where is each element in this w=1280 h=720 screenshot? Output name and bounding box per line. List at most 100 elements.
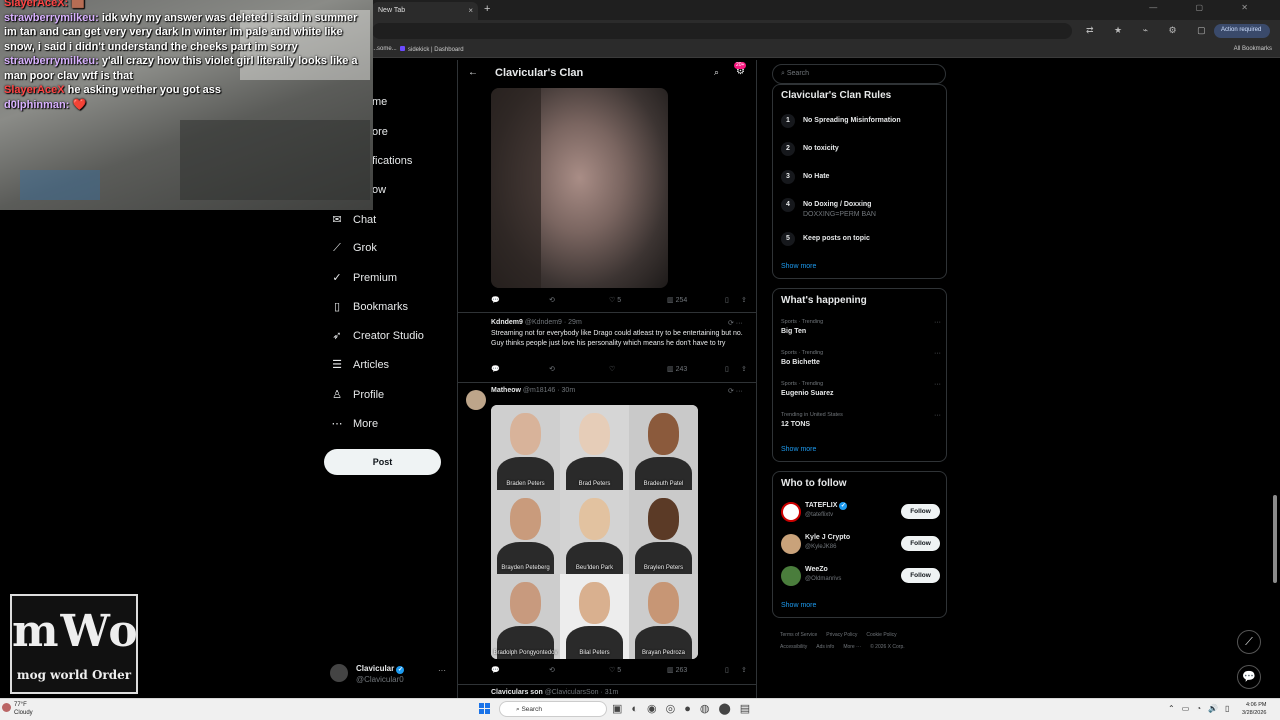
footer-link[interactable]: Privacy Policy: [826, 632, 857, 638]
clock[interactable]: 4:06 PM 3/28/2026: [1242, 701, 1266, 717]
all-bookmarks[interactable]: All Bookmarks: [1234, 46, 1272, 52]
more-icon[interactable]: ···: [934, 350, 941, 357]
repost-icon[interactable]: ⟲: [549, 296, 555, 304]
reply-icon[interactable]: 💬: [491, 365, 500, 373]
nav-item-grok[interactable]: ⟋ Grok: [330, 242, 377, 262]
post[interactable]: Claviculars son @ClavicularsSon · 31m: [458, 684, 756, 698]
post[interactable]: Matheow @m18146 · 30m ⟳ ··· Braden Peter…: [458, 384, 756, 684]
share-icon[interactable]: ⇪: [741, 365, 747, 373]
views-button[interactable]: ▥ 254: [667, 296, 687, 304]
show-more-link[interactable]: Show more: [781, 602, 816, 609]
bookmark-icon[interactable]: ▯: [725, 365, 729, 373]
nav-item-notifications-partial[interactable]: fications: [372, 155, 412, 175]
back-arrow-icon[interactable]: ←: [468, 67, 478, 78]
like-button[interactable]: ♡ 5: [609, 296, 621, 304]
share-icon[interactable]: ⇪: [741, 296, 747, 304]
action-required-button[interactable]: Action required: [1214, 24, 1270, 38]
more-icon[interactable]: ···: [934, 319, 941, 326]
follow-suggestion[interactable]: Kyle J Crypto @KyleJK86 Follow: [781, 533, 941, 557]
trend-item[interactable]: Sports · Trending Eugenio Suarez ···: [781, 381, 941, 397]
more-icon[interactable]: ···: [934, 381, 941, 388]
nav-item-follow-partial[interactable]: ow: [372, 184, 386, 204]
nav-item-chat[interactable]: ✉ Chat: [330, 213, 376, 233]
nav-item-profile[interactable]: ♙ Profile: [330, 388, 384, 408]
trend-context: Sports · Trending: [781, 350, 824, 356]
post-more-icon[interactable]: ⟳ ···: [728, 387, 743, 395]
nav-item-bookmarks[interactable]: ▯ Bookmarks: [330, 300, 408, 320]
footer-link[interactable]: Terms of Service: [780, 632, 817, 638]
reply-icon[interactable]: 💬: [491, 666, 500, 674]
weather-widget[interactable]: 77°F Cloudy: [2, 701, 33, 717]
post-image-grid[interactable]: Braden Peters Brad Peters Bradeuth Patel Br…: [491, 405, 698, 659]
address-field[interactable]: [372, 23, 1072, 39]
new-tab-button[interactable]: +: [484, 3, 490, 15]
nav-item-articles[interactable]: ☰ Articles: [330, 358, 389, 378]
browser-tab[interactable]: New Tab ×: [372, 2, 478, 20]
mugshot-image[interactable]: Bradeuth Patel: [629, 405, 698, 497]
follow-button[interactable]: Follow: [901, 536, 940, 551]
taskbar-search[interactable]: ⌕ Search: [499, 701, 607, 717]
repost-icon[interactable]: ⟲: [549, 365, 555, 373]
post[interactable]: Kdndem9 @Kdndem9 · 29m ⟳ ··· Streaming n…: [458, 316, 756, 384]
system-tray[interactable]: ⌃▭◔🔊▯: [1168, 704, 1236, 713]
bookmark-icon[interactable]: ▯: [725, 296, 729, 304]
bookmark-item-sidekick[interactable]: sidekick | Dashboard: [400, 46, 464, 53]
mugshot-image[interactable]: Braden Peters: [491, 405, 560, 497]
footer-link[interactable]: More ···: [843, 644, 861, 650]
footer-link[interactable]: Cookie Policy: [866, 632, 896, 638]
repost-icon[interactable]: ⟲: [549, 666, 555, 674]
search-input[interactable]: ⌕ Search: [772, 64, 946, 84]
pinned-apps[interactable]: ▣◐◉◎●◍⬤▤: [612, 702, 759, 715]
mugshot-image[interactable]: Braylen Peters: [629, 489, 698, 582]
messages-float-icon[interactable]: 💬: [1237, 665, 1261, 689]
mugshot-image[interactable]: Beu'lden Park: [560, 489, 629, 582]
grok-float-icon[interactable]: ⟋: [1237, 630, 1261, 654]
post-button[interactable]: Post: [324, 449, 441, 475]
bookmark-item[interactable]: ...some...: [372, 46, 397, 52]
bookmark-icon[interactable]: ▯: [725, 666, 729, 674]
mugshot-image[interactable]: Brayan Pedroza: [629, 574, 698, 659]
follow-suggestion[interactable]: WeeZo @Oldmanrivs Follow: [781, 565, 941, 589]
mugshot-image[interactable]: Bilal Peters: [560, 574, 629, 659]
views-button[interactable]: ▥ 263: [667, 666, 687, 674]
account-switcher[interactable]: Clavicular ✓ @Clavicular0 ···: [330, 662, 450, 686]
like-icon[interactable]: ♡: [609, 365, 615, 373]
follow-button[interactable]: Follow: [901, 504, 940, 519]
windows-start-icon[interactable]: [479, 703, 491, 715]
show-more-link[interactable]: Show more: [781, 263, 816, 270]
trend-item[interactable]: Trending in United States 12 TONS ···: [781, 412, 941, 428]
footer-link[interactable]: Ads info: [816, 644, 834, 650]
post-more-icon[interactable]: ⟳ ···: [728, 319, 743, 327]
post-video-thumbnail[interactable]: [491, 88, 668, 288]
views-button[interactable]: ▥ 243: [667, 365, 687, 373]
webcam-overlay: SlayerAceX: 🟫 strawberrymilkeu: idk why m…: [0, 0, 373, 210]
trend-item[interactable]: Sports · Trending Big Ten ···: [781, 319, 941, 335]
follow-button[interactable]: Follow: [901, 568, 940, 583]
footer-link[interactable]: Accessibility: [780, 644, 807, 650]
mugshot-caption: Beu'lden Park: [575, 565, 614, 572]
trend-name: Bo Bichette: [781, 359, 820, 366]
like-button[interactable]: ♡ 5: [609, 666, 621, 674]
scrollbar[interactable]: [1272, 60, 1278, 698]
follow-suggestion[interactable]: TATEFLIX ✓ @tateflixtv Follow: [781, 501, 941, 525]
scrollbar-thumb[interactable]: [1273, 495, 1277, 583]
window-controls[interactable]: — ▢ ✕: [1149, 3, 1266, 12]
share-icon[interactable]: ⇪: [741, 666, 747, 674]
nav-item-home-partial[interactable]: me: [372, 96, 387, 116]
mugshot-image[interactable]: Brad Peters: [560, 405, 629, 497]
account-more-icon[interactable]: ···: [438, 666, 446, 675]
nav-item-explore-partial[interactable]: ore: [372, 126, 388, 146]
reply-icon[interactable]: 💬: [491, 296, 500, 304]
page-title: Clavicular's Clan: [495, 67, 584, 79]
nav-item-premium[interactable]: ✓ Premium: [330, 271, 397, 291]
tab-close-icon[interactable]: ×: [468, 6, 473, 15]
nav-item-creator-studio[interactable]: ➶ Creator Studio: [330, 329, 424, 349]
avatar[interactable]: [466, 390, 486, 410]
show-more-link[interactable]: Show more: [781, 446, 816, 453]
trend-item[interactable]: Sports · Trending Bo Bichette ···: [781, 350, 941, 366]
mugshot-image[interactable]: Bradolph Pongyontedov: [491, 574, 560, 659]
search-icon[interactable]: ⌕: [714, 67, 719, 78]
mugshot-image[interactable]: Brayden Peteberg: [491, 489, 560, 582]
nav-item-more[interactable]: ⋯ More: [330, 417, 379, 437]
more-icon[interactable]: ···: [934, 412, 941, 419]
